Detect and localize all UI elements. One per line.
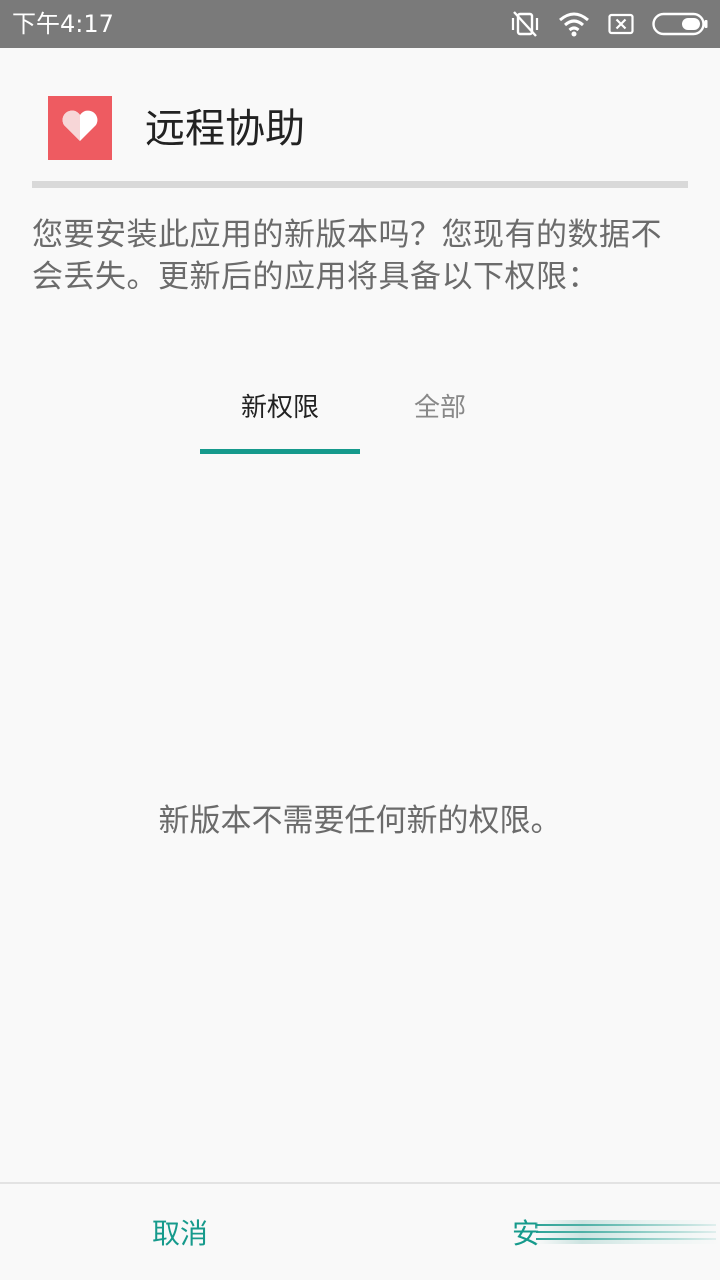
app-title: 远程协助	[145, 106, 305, 152]
app-icon	[48, 96, 112, 160]
no-new-permissions-message: 新版本不需要任何新的权限。	[158, 803, 562, 839]
status-time: 下午4:17	[12, 10, 114, 38]
wifi-icon	[558, 11, 590, 37]
install-description: 您要安装此应用的新版本吗？您现有的数据不会丢失。更新后的应用将具备以下权限：	[32, 217, 662, 295]
heart-icon	[60, 109, 100, 147]
permission-tabs: 新权限 全部	[200, 360, 520, 454]
tab-all-permissions[interactable]: 全部	[360, 360, 520, 450]
install-button[interactable]: 安	[512, 1184, 720, 1280]
cancel-button[interactable]: 取消	[80, 1184, 280, 1280]
sim-x-icon	[608, 13, 634, 35]
tab-selected-indicator	[200, 449, 360, 454]
status-bar: 下午4:17	[0, 0, 720, 48]
app-header: 远程协助	[0, 48, 720, 182]
vibrate-off-icon	[510, 10, 540, 38]
battery-icon	[652, 12, 708, 36]
footer-buttons: 取消 安	[0, 1184, 720, 1280]
tab-new-permissions[interactable]: 新权限	[200, 360, 360, 450]
status-icons	[510, 10, 708, 38]
install-loading-streak	[536, 1220, 720, 1244]
header-divider	[32, 181, 688, 188]
